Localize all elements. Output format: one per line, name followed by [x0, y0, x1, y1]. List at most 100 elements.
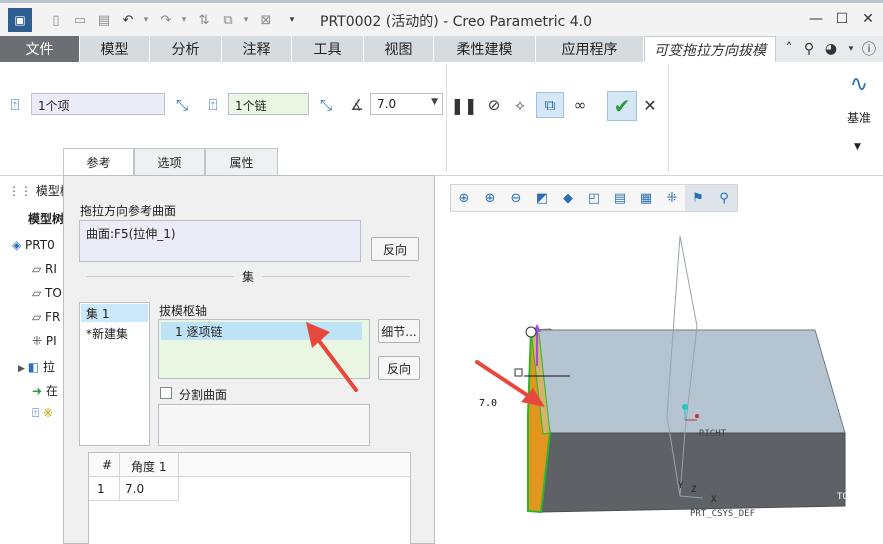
ribbon-separator-2	[668, 64, 669, 172]
new-file-icon[interactable]: ▯	[46, 9, 66, 31]
confirm-icon[interactable]: ✔	[607, 91, 637, 121]
customize-toolbar-icon[interactable]: ▾	[282, 9, 302, 31]
csys-label: PRT_CSYS_DEF	[690, 509, 755, 519]
feature-preview-icon[interactable]: ∞	[569, 94, 591, 116]
tab-flexible-modeling[interactable]: 柔性建模	[434, 36, 536, 62]
extrude-icon: ◧	[27, 360, 43, 374]
tab-options[interactable]: 选项	[134, 148, 205, 176]
table-header-index: #	[102, 458, 113, 472]
tree-item-extrude[interactable]: ▶ ◧ 拉	[18, 358, 55, 378]
redo-icon[interactable]: ↷	[156, 9, 176, 31]
divider	[262, 276, 410, 277]
set-item-1[interactable]: 集 1	[81, 304, 148, 322]
datum-label-top: TOP	[837, 492, 854, 502]
datum-dropdown-icon[interactable]: ▼	[854, 142, 861, 152]
annotation-arrow	[306, 322, 358, 392]
tree-item-top[interactable]: ▱ TO	[32, 286, 62, 306]
tab-model[interactable]: 模型	[80, 36, 150, 62]
csys-icon: ⁜	[32, 334, 46, 348]
preview-geometry-icon[interactable]: ⟡	[509, 94, 531, 116]
redo-dropdown-icon[interactable]: ▾	[174, 9, 194, 31]
tree-item-csys[interactable]: ⁜ PI	[32, 334, 57, 354]
tree-item-front[interactable]: ▱ FR	[32, 310, 60, 330]
datum-label-right: RIGHT	[699, 429, 727, 439]
angle-icon: ∡	[350, 96, 364, 114]
pause-icon[interactable]: ❚❚	[451, 94, 478, 116]
details-button[interactable]: 细节...	[378, 319, 420, 343]
tree-item-draft[interactable]: ⍐ ※	[32, 406, 53, 426]
tab-applications[interactable]: 应用程序	[536, 36, 644, 62]
verify-mode-icon[interactable]: ⧉	[536, 92, 564, 118]
tab-file[interactable]: 文件	[0, 36, 80, 62]
axis-y-label: Y	[678, 481, 684, 491]
flip-direction-icon[interactable]: ⤡	[171, 94, 193, 116]
close-window-icon[interactable]: ⊠	[256, 9, 276, 31]
info-icon[interactable]: ⓘ	[860, 40, 878, 58]
angle-dropdown-icon[interactable]: ▼	[431, 97, 438, 107]
datum-label[interactable]: 基准	[847, 109, 871, 126]
undo-icon[interactable]: ↶	[118, 9, 138, 31]
dimension-value: 7.0	[479, 398, 497, 409]
tab-references[interactable]: 参考	[63, 148, 134, 176]
model-tree-icon: ⋮⋮	[8, 184, 36, 198]
cancel-icon[interactable]: ✕	[639, 94, 661, 116]
pull-direction-surface-icon[interactable]: ⍐	[4, 94, 26, 116]
search-icon[interactable]: ⚲	[800, 40, 818, 58]
ref-surface-collector[interactable]: 曲面:F5(拉伸_1)	[79, 220, 361, 262]
help-dropdown-icon[interactable]: ▾	[842, 40, 860, 58]
table-cell-angle[interactable]: 7.0	[125, 482, 144, 496]
save-icon[interactable]: ▤	[94, 9, 114, 31]
tab-annotate[interactable]: 注释	[222, 36, 292, 62]
window-title: PRT0002 (活动的) - Creo Parametric 4.0	[320, 14, 593, 30]
regenerate-icon[interactable]: ⇅	[194, 9, 214, 31]
tree-item-part[interactable]: ◈ PRT0	[12, 238, 55, 258]
model-viewport[interactable]: 7.0 RIGHT TOP PRT_CSYS_DEF Y Z X	[435, 176, 883, 544]
no-preview-icon[interactable]: ⊘	[483, 94, 505, 116]
datum-icon[interactable]: ∿	[845, 70, 873, 98]
undo-dropdown-icon[interactable]: ▾	[136, 9, 156, 31]
tab-analysis[interactable]: 分析	[150, 36, 222, 62]
table-cell-index: 1	[97, 482, 105, 496]
maximize-icon[interactable]: ☐	[830, 9, 854, 29]
close-icon[interactable]: ✕	[856, 9, 880, 29]
draft-hinge-icon[interactable]: ⍐	[202, 94, 224, 116]
tab-tools[interactable]: 工具	[292, 36, 364, 62]
model-tree: ⋮⋮ 模型树 模型树 ◈ PRT0 ▱ RI ▱ TO ▱ FR ⁜ PI ▶ …	[0, 176, 72, 544]
angle-input[interactable]: 7.0 ▼	[370, 93, 443, 115]
split-surface-collector[interactable]	[158, 404, 370, 446]
tab-view[interactable]: 视图	[364, 36, 434, 62]
insert-arrow-icon: ➜	[32, 384, 46, 398]
ref-surface-label: 拖拉方向参考曲面	[80, 204, 177, 218]
set-item-new[interactable]: *新建集	[81, 324, 148, 342]
draft-feature-icon: ⍐	[32, 406, 44, 420]
windows-dropdown-icon[interactable]: ▾	[236, 9, 256, 31]
windows-icon[interactable]: ⧉	[218, 9, 238, 31]
plane-icon: ▱	[32, 310, 46, 324]
collapse-ribbon-icon[interactable]: ˄	[780, 40, 798, 58]
ribbon-tabs: 文件 模型 分析 注释 工具 视图 柔性建模 应用程序 可变拖拉方向拔模 ˄ ⚲…	[0, 36, 883, 62]
plane-icon: ▱	[32, 286, 46, 300]
minimize-icon[interactable]: —	[804, 9, 828, 29]
tab-variable-pull-draft[interactable]: 可变拖拉方向拔模	[644, 36, 776, 62]
flip-hinge-button[interactable]: 反向	[378, 356, 420, 380]
csys-point	[695, 414, 699, 418]
plane-icon: ▱	[32, 262, 46, 276]
ribbon-separator	[446, 64, 447, 172]
tab-properties[interactable]: 属性	[205, 148, 278, 176]
flip-angle-icon[interactable]: ⤡	[315, 94, 337, 116]
help-icon[interactable]: ◕	[822, 40, 840, 58]
expand-icon[interactable]: ▶	[18, 364, 28, 374]
pull-surface-collector[interactable]: 1个项	[31, 93, 165, 115]
hinge-chain-collector[interactable]: 1个链	[228, 93, 309, 115]
app-icon[interactable]: ▣	[8, 8, 32, 32]
sets-list: 集 1 *新建集	[79, 302, 150, 446]
model-tree-subheader: 模型树	[28, 212, 65, 226]
tree-item-right[interactable]: ▱ RI	[32, 262, 57, 282]
angle-handle	[514, 368, 523, 377]
open-file-icon[interactable]: ▭	[70, 9, 90, 31]
part-icon: ◈	[12, 238, 26, 252]
flip-pull-direction-button[interactable]: 反向	[371, 237, 419, 261]
divider	[86, 276, 234, 277]
tree-item-insert-here[interactable]: ➜ 在	[32, 382, 58, 402]
split-surface-checkbox[interactable]	[160, 387, 172, 399]
